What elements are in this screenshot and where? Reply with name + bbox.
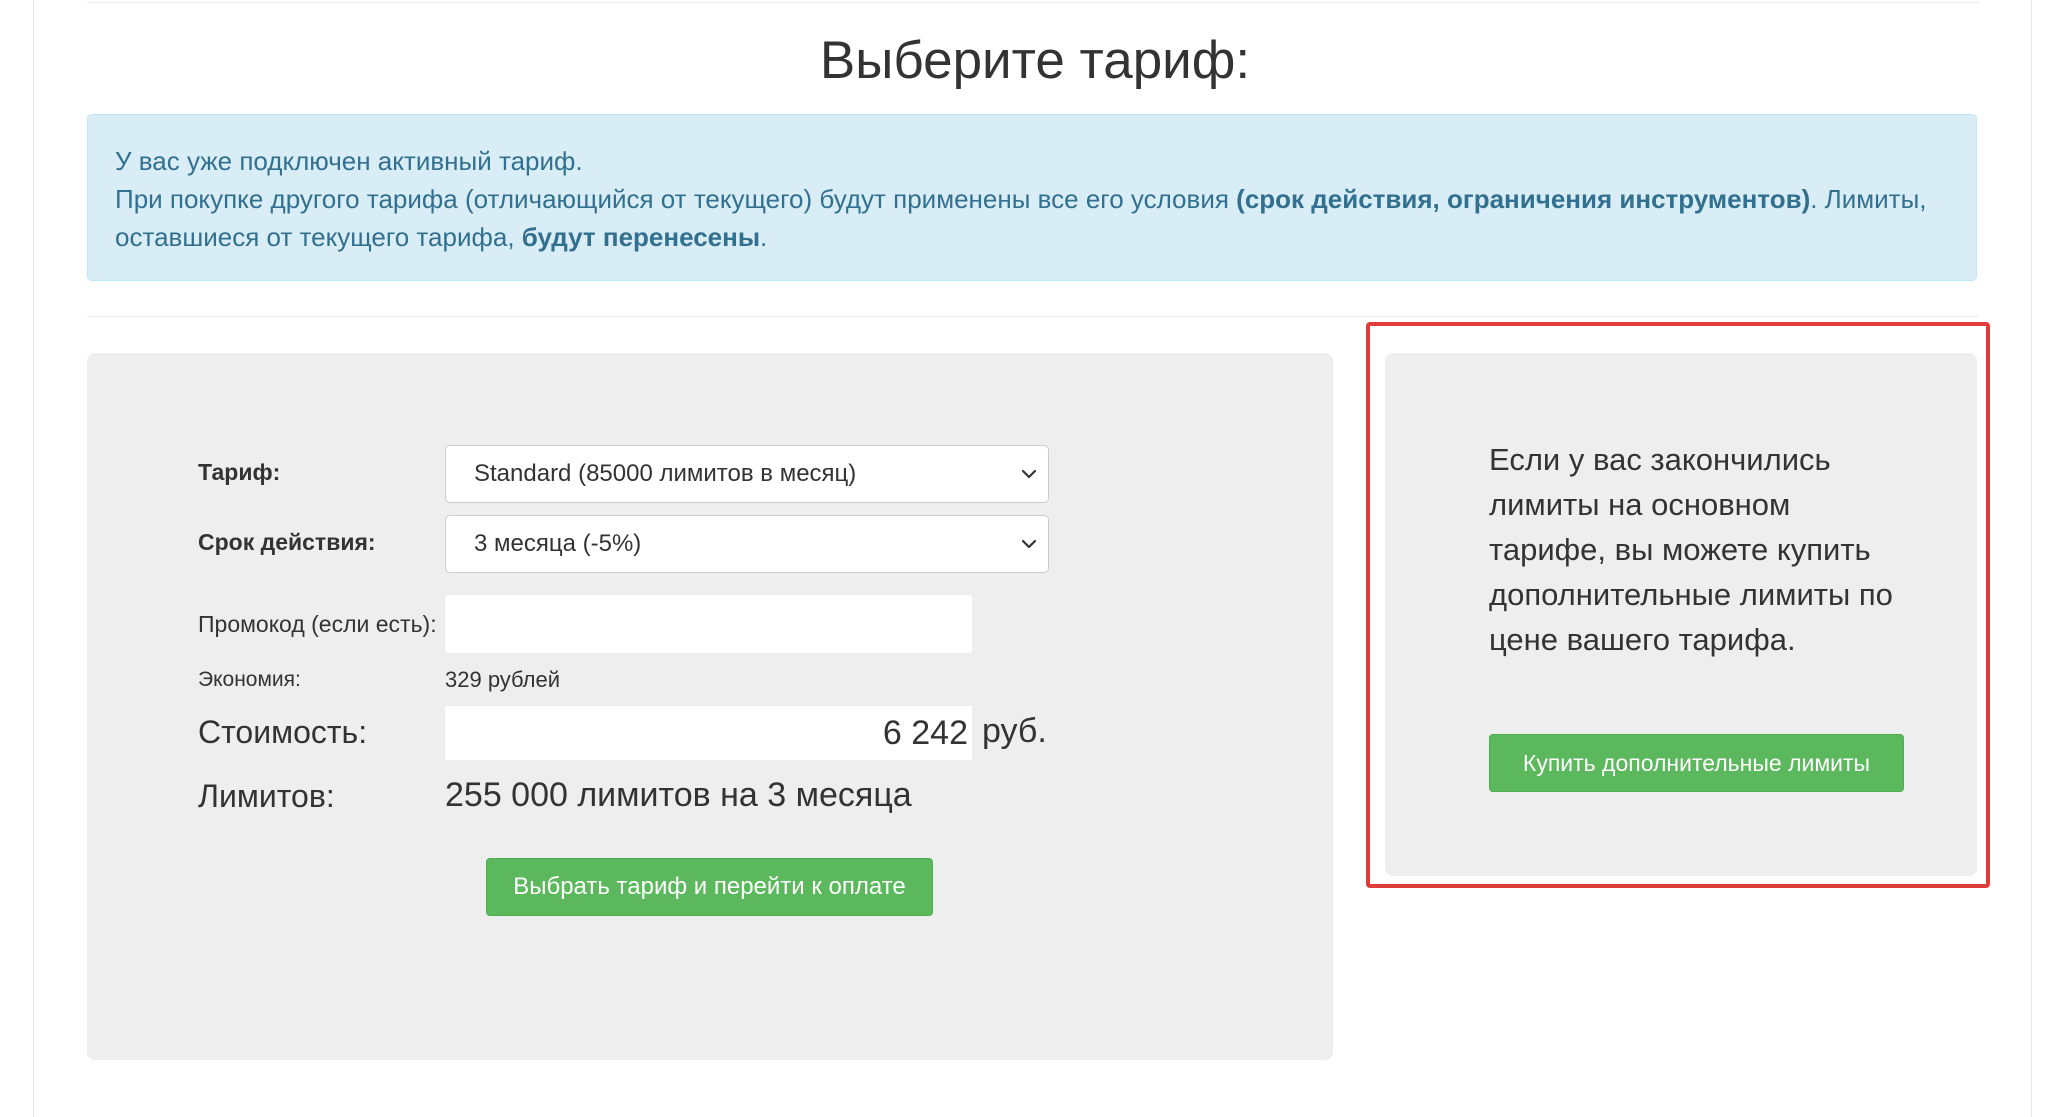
- chevron-down-icon: [1021, 469, 1037, 479]
- alert-text: .: [760, 222, 768, 252]
- chevron-down-icon: [1021, 539, 1037, 549]
- limits-label: Лимитов:: [198, 778, 335, 814]
- frame-right-border: [2031, 0, 2032, 1117]
- alert-bold-transfer: будут перенесены: [521, 222, 761, 252]
- extra-limits-text: Если у вас закончились лимиты на основно…: [1489, 442, 1893, 657]
- cost-unit: руб.: [982, 712, 1047, 750]
- cost-label: Стоимость:: [198, 714, 368, 750]
- period-select-value: 3 месяца (-5%): [474, 530, 642, 557]
- period-select[interactable]: 3 месяца (-5%): [445, 515, 1049, 573]
- info-alert: У вас уже подключен активный тариф. При …: [87, 114, 1977, 281]
- tariff-select-value: Standard (85000 лимитов в месяц): [474, 460, 857, 487]
- cost-value: 6 242: [445, 706, 972, 760]
- section-divider: [87, 316, 1979, 317]
- page-title: Выберите тариф:: [819, 31, 1251, 90]
- alert-line-1: У вас уже подключен активный тариф.: [115, 146, 583, 176]
- promo-label: Промокод (если есть):: [198, 611, 437, 637]
- savings-value: 329 рублей: [445, 667, 561, 692]
- savings-label: Экономия:: [198, 668, 301, 691]
- limits-value: 255 000 лимитов на 3 месяца: [445, 776, 912, 814]
- select-tariff-pay-button[interactable]: Выбрать тариф и перейти к оплате: [486, 858, 933, 916]
- page: Выберите тариф: У вас уже подключен акти…: [0, 0, 2070, 1117]
- alert-bold-conditions: (срок действия, ограничения инструментов…: [1236, 184, 1811, 214]
- frame-left-border: [33, 0, 34, 1117]
- buy-extra-limits-button[interactable]: Купить дополнительные лимиты: [1489, 734, 1904, 792]
- promo-input[interactable]: [445, 595, 972, 653]
- tariff-label: Тариф:: [198, 459, 281, 485]
- alert-text: При покупке другого тарифа (отличающийся…: [115, 184, 1237, 214]
- tariff-select[interactable]: Standard (85000 лимитов в месяц): [445, 445, 1049, 503]
- top-divider: [87, 2, 1979, 3]
- period-label: Срок действия:: [198, 529, 376, 555]
